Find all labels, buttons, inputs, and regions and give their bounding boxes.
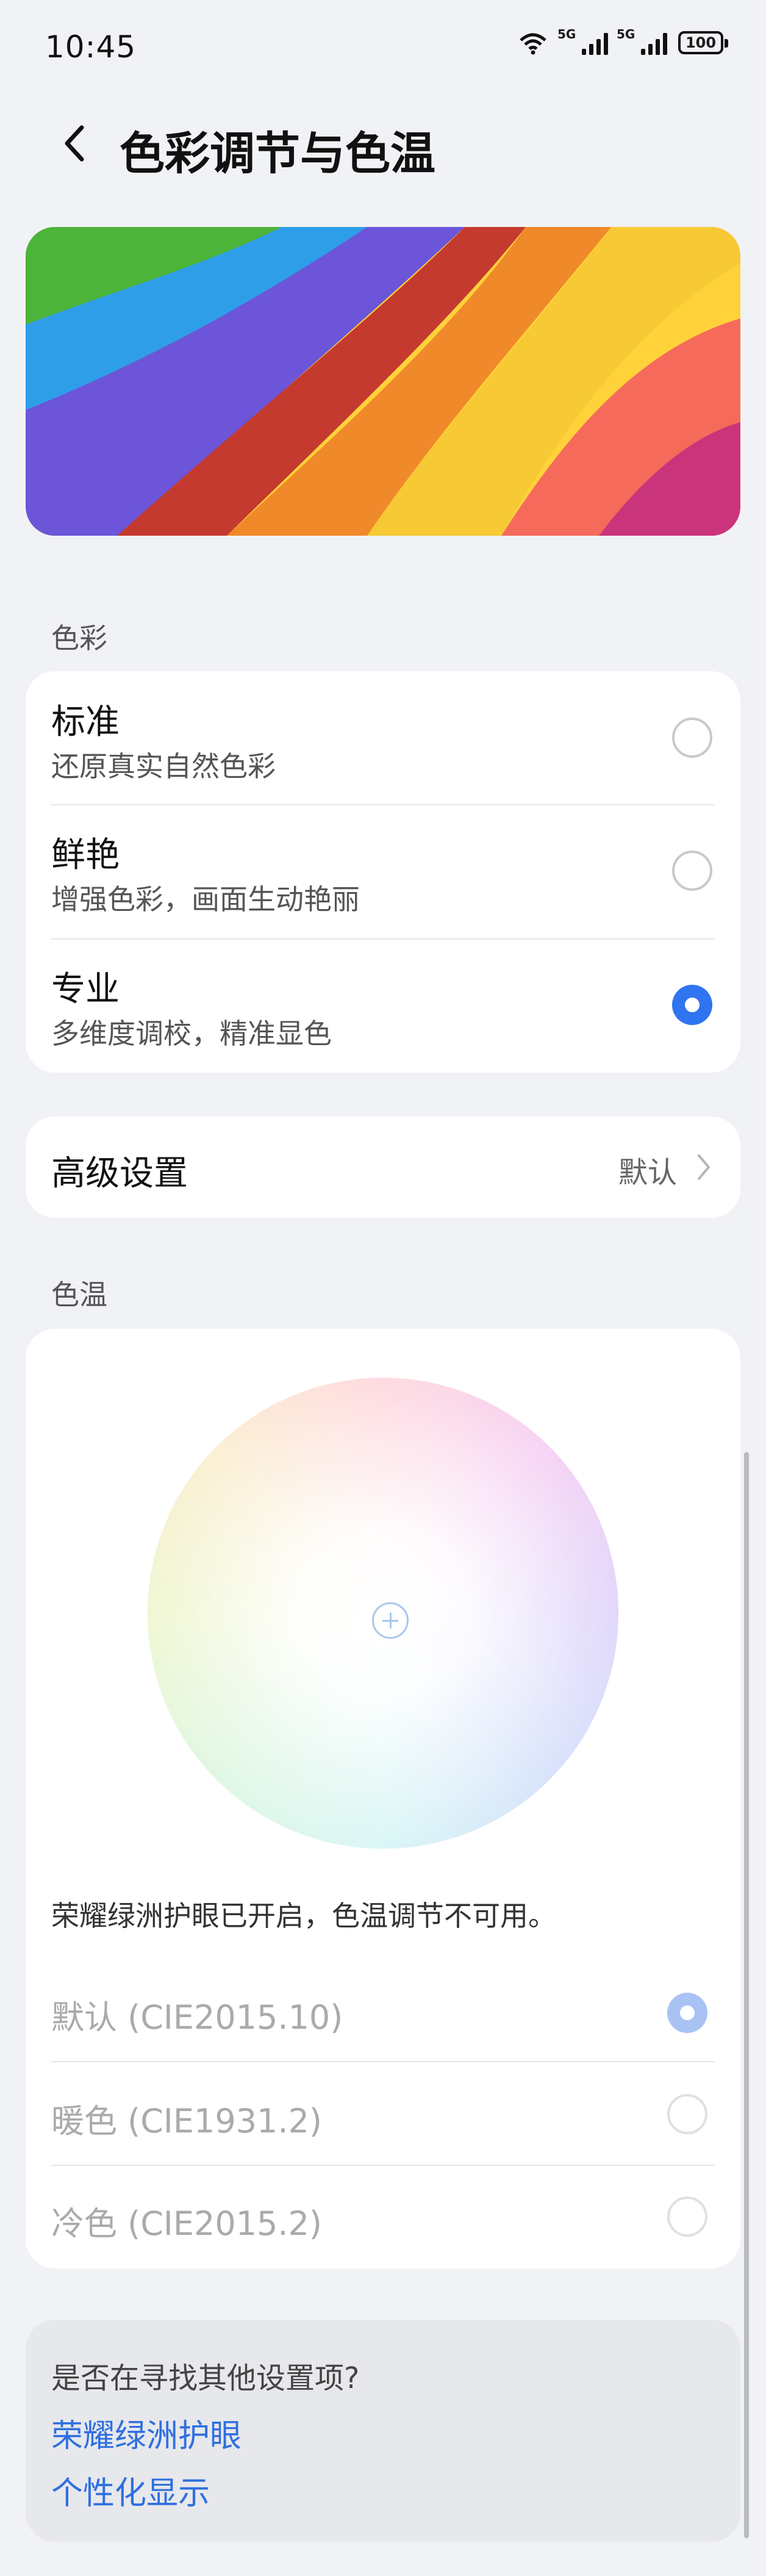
option-title: 冷色 (CIE2015.2) xyxy=(51,2204,322,2243)
option-subtitle: 增强色彩，画面生动艳丽 xyxy=(51,883,360,916)
color-banner-image xyxy=(26,227,740,536)
signal-5g-icon: 5G xyxy=(557,27,608,55)
color-temperature-card: 荣耀绿洲护眼已开启，色温调节不可用。 默认 (CIE2015.10) 暖色 (C… xyxy=(26,1329,740,2268)
radio-button-selected[interactable] xyxy=(672,985,712,1025)
temperature-option-default[interactable]: 默认 (CIE2015.10) xyxy=(26,1962,740,2065)
link-personalized-display[interactable]: 个性化显示 xyxy=(51,2467,210,2513)
advanced-settings-row[interactable]: 高级设置 默认 xyxy=(26,1117,740,1218)
battery-icon: 100 xyxy=(678,31,728,54)
search-suggestions-card: 是否在寻找其他设置项? 荣耀绿洲护眼 个性化显示 xyxy=(26,2320,740,2542)
search-suggestions-question: 是否在寻找其他设置项? xyxy=(51,2361,360,2395)
radio-button-selected[interactable] xyxy=(667,1993,707,2033)
wifi-icon xyxy=(517,31,549,55)
advanced-settings-value: 默认 xyxy=(618,1156,677,1190)
option-title: 鲜艳 xyxy=(51,835,120,875)
page-header: 色彩调节与色温 xyxy=(0,104,766,183)
link-eye-care[interactable]: 荣耀绿洲护眼 xyxy=(51,2410,242,2456)
option-title: 暖色 (CIE1931.2) xyxy=(51,2102,322,2140)
color-option-vivid[interactable]: 鲜艳 增强色彩，画面生动艳丽 xyxy=(26,805,740,938)
option-title: 专业 xyxy=(51,970,120,1009)
advanced-settings-title: 高级设置 xyxy=(51,1154,188,1193)
battery-level: 100 xyxy=(685,34,717,51)
radio-button[interactable] xyxy=(672,851,712,891)
option-title: 标准 xyxy=(51,702,120,742)
status-time: 10:45 xyxy=(45,29,137,65)
status-icons: 5G 5G 100 xyxy=(517,27,728,55)
color-mode-card: 标准 还原真实自然色彩 鲜艳 增强色彩，画面生动艳丽 专业 多维度调校，精准显色 xyxy=(26,671,740,1073)
color-temperature-wheel[interactable] xyxy=(148,1378,618,1849)
section-label-color: 色彩 xyxy=(51,622,107,655)
color-option-standard[interactable]: 标准 还原真实自然色彩 xyxy=(26,671,740,804)
radio-button[interactable] xyxy=(672,718,712,758)
option-subtitle: 还原真实自然色彩 xyxy=(51,750,276,783)
scrollbar[interactable] xyxy=(744,1452,749,2538)
back-button[interactable] xyxy=(56,122,93,165)
section-label-temperature: 色温 xyxy=(51,1278,107,1311)
option-subtitle: 多维度调校，精准显色 xyxy=(51,1017,332,1050)
option-title: 默认 (CIE2015.10) xyxy=(51,1998,343,2037)
radio-button[interactable] xyxy=(667,2094,707,2134)
radio-button[interactable] xyxy=(667,2196,707,2237)
chevron-right-icon xyxy=(698,1154,710,1180)
page-title: 色彩调节与色温 xyxy=(120,128,435,180)
signal-5g-icon: 5G xyxy=(617,27,667,55)
eye-care-notice: 荣耀绿洲护眼已开启，色温调节不可用。 xyxy=(51,1899,556,1932)
color-option-professional[interactable]: 专业 多维度调校，精准显色 xyxy=(26,940,740,1073)
chevron-left-icon xyxy=(65,125,84,162)
crosshair-icon[interactable] xyxy=(372,1602,409,1639)
temperature-option-warm[interactable]: 暖色 (CIE1931.2) xyxy=(26,2062,740,2165)
status-bar: 10:45 5G 5G 100 xyxy=(0,0,766,92)
temperature-option-cool[interactable]: 冷色 (CIE2015.2) xyxy=(26,2166,740,2268)
